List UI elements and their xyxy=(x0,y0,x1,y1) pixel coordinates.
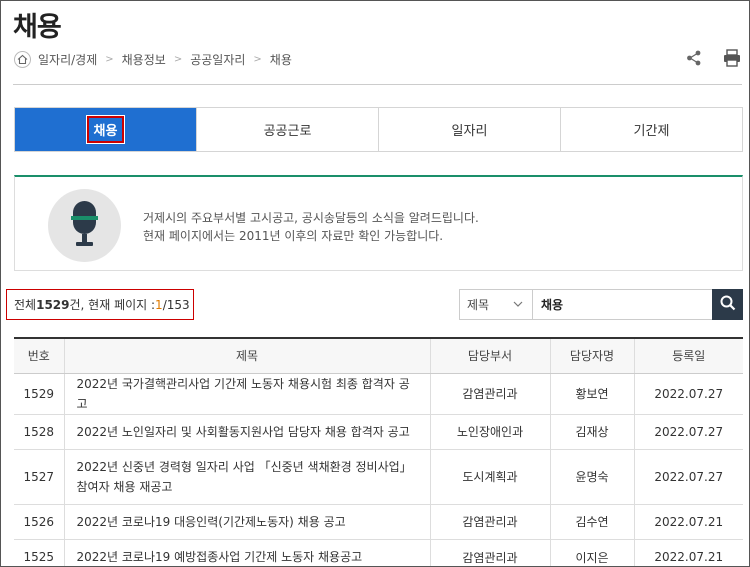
tab-fixed-term[interactable]: 기간제 xyxy=(561,108,742,151)
row-date: 2022.07.27 xyxy=(634,414,743,450)
recruit-table: 번호 제목 담당부서 담당자명 등록일 1529 2022년 국가결핵관리사업 … xyxy=(14,337,743,566)
share-icon[interactable] xyxy=(685,49,703,67)
search-field-value: 제목 xyxy=(467,298,490,312)
breadcrumb-separator: > xyxy=(105,53,114,65)
print-icon[interactable] xyxy=(722,48,742,68)
row-contact: 윤명숙 xyxy=(550,449,635,505)
tab-bar: 채용 공공근로 일자리 기간제 xyxy=(14,107,743,152)
notice-text: 거제시의 주요부서별 고시공고, 공시송달등의 소식을 알려드립니다. 현재 페… xyxy=(143,209,479,245)
divider xyxy=(13,84,742,85)
breadcrumb-separator: > xyxy=(253,53,262,65)
search-field-select[interactable]: 제목 xyxy=(459,289,533,320)
breadcrumb: 일자리/경제 > 채용정보 > 공공일자리 > 채용 xyxy=(14,49,292,69)
table-header-row: 번호 제목 담당부서 담당자명 등록일 xyxy=(14,338,743,374)
search-input[interactable] xyxy=(533,289,713,320)
tab-jobs[interactable]: 일자리 xyxy=(379,108,561,151)
table-row: 1528 2022년 노인일자리 및 사회활동지원사업 담당자 채용 합격자 공… xyxy=(14,414,743,450)
row-department: 감염관리과 xyxy=(430,539,551,566)
tab-label: 기간제 xyxy=(633,124,670,139)
row-contact: 김수연 xyxy=(550,504,635,540)
column-header-title: 제목 xyxy=(64,338,431,374)
row-title-link[interactable]: 2022년 국가결핵관리사업 기간제 노동자 채용시험 최종 합격자 공고 xyxy=(64,373,431,415)
breadcrumb-separator: > xyxy=(173,53,183,65)
search-button[interactable] xyxy=(712,289,743,320)
row-number: 1529 xyxy=(14,373,65,415)
row-date: 2022.07.21 xyxy=(634,504,743,540)
tab-label: 일자리 xyxy=(451,124,488,139)
total-suffix: 건, 현재 페이지 : xyxy=(69,298,156,312)
page-frame: 채용 일자리/경제 > 채용정보 > 공공일자리 > 채용 채용 공공근로 일자… xyxy=(0,0,750,567)
row-contact: 김재상 xyxy=(550,414,635,450)
row-number: 1527 xyxy=(14,449,65,505)
microphone-icon xyxy=(48,189,121,262)
column-header-department: 담당부서 xyxy=(430,338,551,374)
row-date: 2022.07.21 xyxy=(634,539,743,566)
breadcrumb-item-job-info[interactable]: 채용정보 xyxy=(122,51,166,68)
row-number: 1528 xyxy=(14,414,65,450)
tab-recruit[interactable]: 채용 xyxy=(15,108,197,151)
row-date: 2022.07.27 xyxy=(634,373,743,415)
column-header-date: 등록일 xyxy=(634,338,743,374)
row-number: 1525 xyxy=(14,539,65,566)
tab-label: 공공근로 xyxy=(263,124,312,139)
row-department: 노인장애인과 xyxy=(430,414,551,450)
notice-line: 거제시의 주요부서별 고시공고, 공시송달등의 소식을 알려드립니다. xyxy=(143,211,479,225)
column-header-number: 번호 xyxy=(14,338,65,374)
table-row: 1525 2022년 코로나19 예방접종사업 기간제 노동자 채용공고 감염관… xyxy=(14,539,743,566)
breadcrumb-item-economy[interactable]: 일자리/경제 xyxy=(38,51,97,68)
column-header-contact: 담당자명 xyxy=(550,338,635,374)
row-department: 감염관리과 xyxy=(430,504,551,540)
page-title: 채용 xyxy=(13,12,62,43)
row-number: 1526 xyxy=(14,504,65,540)
row-title-link[interactable]: 2022년 코로나19 예방접종사업 기간제 노동자 채용공고 xyxy=(64,539,431,566)
row-contact: 이지은 xyxy=(550,539,635,566)
breadcrumb-item-recruit[interactable]: 채용 xyxy=(270,51,292,68)
result-count: 전체 1529 건, 현재 페이지 : 1 /153 xyxy=(6,289,194,320)
row-title-link[interactable]: 2022년 신중년 경력형 일자리 사업 「신중년 색채환경 정비사업」참여자 … xyxy=(64,449,431,505)
current-page: 1 xyxy=(155,297,163,312)
row-department: 감염관리과 xyxy=(430,373,551,415)
home-icon[interactable] xyxy=(14,50,31,68)
row-contact: 황보연 xyxy=(550,373,635,415)
page-total: /153 xyxy=(162,297,190,312)
tab-public-work[interactable]: 공공근로 xyxy=(197,108,379,151)
row-department: 도시계획과 xyxy=(430,449,551,505)
notice-box: 거제시의 주요부서별 고시공고, 공시송달등의 소식을 알려드립니다. 현재 페… xyxy=(14,175,743,271)
table-row: 1527 2022년 신중년 경력형 일자리 사업 「신중년 색채환경 정비사업… xyxy=(14,449,743,505)
breadcrumb-item-public-jobs[interactable]: 공공일자리 xyxy=(190,51,245,68)
row-title-link[interactable]: 2022년 코로나19 대응인력(기간제노동자) 채용 공고 xyxy=(64,504,431,540)
notice-line: 현재 페이지에서는 2011년 이후의 자료만 확인 가능합니다. xyxy=(143,229,444,243)
table-row: 1529 2022년 국가결핵관리사업 기간제 노동자 채용시험 최종 합격자 … xyxy=(14,373,743,415)
tab-label: 채용 xyxy=(85,115,126,144)
row-title-link[interactable]: 2022년 노인일자리 및 사회활동지원사업 담당자 채용 합격자 공고 xyxy=(64,414,431,450)
search-icon xyxy=(720,295,736,314)
total-count: 1529 xyxy=(36,297,70,312)
row-date: 2022.07.27 xyxy=(634,449,743,505)
chevron-down-icon xyxy=(513,299,523,312)
total-prefix: 전체 xyxy=(14,298,37,312)
table-row: 1526 2022년 코로나19 대응인력(기간제노동자) 채용 공고 감염관리… xyxy=(14,504,743,540)
